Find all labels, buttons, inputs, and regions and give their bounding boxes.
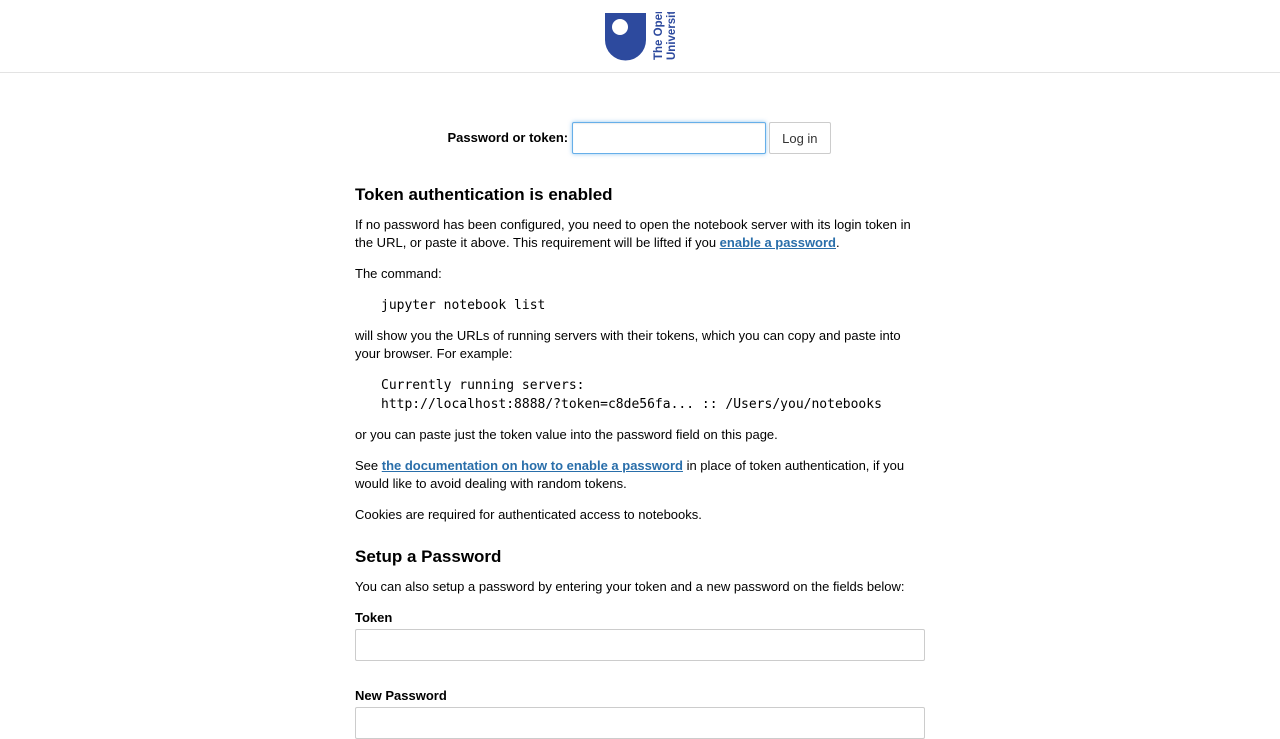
example-output: Currently running servers: http://localh… (381, 378, 882, 412)
logo-text-the-open: The Open (653, 12, 665, 60)
setup-password-heading: Setup a Password (355, 547, 502, 566)
top-header: The Open University (0, 0, 1280, 73)
token-auth-intro: If no password has been configured, you … (355, 216, 925, 252)
enable-password-link[interactable]: enable a password (720, 235, 836, 250)
paste-token-text: or you can paste just the token value in… (355, 427, 778, 442)
new-password-label: New Password (355, 688, 447, 703)
setup-intro: You can also setup a password by enterin… (355, 579, 905, 594)
login-button[interactable]: Log in (769, 122, 831, 154)
open-university-logo[interactable]: The Open University (604, 4, 678, 62)
cookies-notice: Cookies are required for authenticated a… (355, 507, 702, 522)
main-content: Token authentication is enabled If no pa… (355, 180, 925, 739)
intro-end: . (836, 235, 840, 250)
password-input[interactable] (572, 122, 767, 154)
documentation-paragraph: See the documentation on how to enable a… (355, 457, 925, 493)
documentation-link[interactable]: the documentation on how to enable a pas… (382, 458, 683, 473)
password-label: Password or token: (447, 130, 569, 145)
token-auth-heading: Token authentication is enabled (355, 185, 613, 204)
command-code: jupyter notebook list (381, 298, 546, 313)
new-password-field[interactable] (355, 707, 925, 739)
token-field[interactable] (355, 629, 925, 661)
command-description: will show you the URLs of running server… (355, 328, 901, 361)
logo-text-university: University (666, 12, 678, 60)
token-field-label: Token (355, 610, 393, 625)
see-text: See (355, 458, 382, 473)
command-intro: The command: (355, 266, 442, 281)
login-form: Password or token: Log in (0, 122, 1280, 154)
open-university-shield-icon: The Open University (605, 4, 678, 61)
